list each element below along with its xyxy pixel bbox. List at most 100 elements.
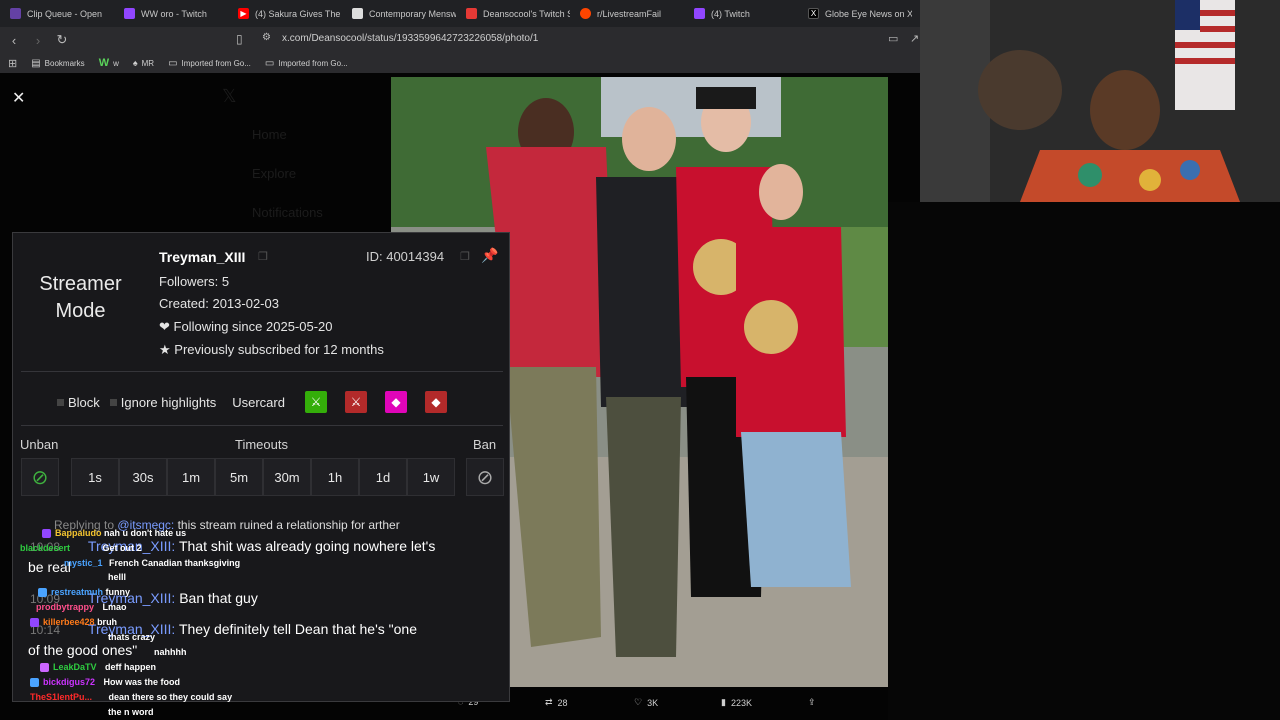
page-icon xyxy=(352,8,363,19)
pin-icon[interactable]: 📌 xyxy=(481,247,498,264)
youtube-icon: ▶ xyxy=(238,8,249,19)
copy-username-icon[interactable]: ❐ xyxy=(258,250,268,263)
timeout-30s-button[interactable]: 30s xyxy=(119,458,167,496)
navigation-bar: ‹ › ↻ ▯ ⚙ x.com/Deansocool/status/193359… xyxy=(0,27,920,53)
webcam-illustration xyxy=(920,0,1280,202)
views-button[interactable]: ▮ 223K xyxy=(721,697,752,708)
badge-icon xyxy=(42,529,51,539)
bookmark-w[interactable]: Ww xyxy=(99,57,119,69)
ghost-nav-notifications: Notifications xyxy=(252,205,323,220)
username[interactable]: Treyman_XIII xyxy=(159,249,245,265)
ignore-highlights-checkbox[interactable]: Ignore highlights xyxy=(109,395,216,410)
usercard-link[interactable]: Usercard xyxy=(232,395,285,410)
bookmark-mr[interactable]: ♠ MR xyxy=(133,58,154,68)
timeout-5m-button[interactable]: 5m xyxy=(215,458,263,496)
list-item: nahhhh xyxy=(154,647,187,657)
cast-icon[interactable]: ▭ xyxy=(888,32,898,45)
twitch-icon xyxy=(124,8,135,19)
list-item: killerbee428 bruh xyxy=(30,617,117,628)
tab-ww-oro[interactable]: WW oro - Twitch xyxy=(114,0,228,27)
mod-sword-icon[interactable]: ⚔ xyxy=(304,391,327,413)
heart-icon: ❤ xyxy=(159,319,174,334)
ban-button[interactable]: ⊘ xyxy=(466,458,504,496)
bookmarks-bar: ⊞ ▤ Bookmarks Ww ♠ MR ▭ Imported from Go...… xyxy=(0,53,920,73)
sidebar-dimmed xyxy=(888,202,1280,720)
chart-icon xyxy=(466,8,477,19)
twitch-icon xyxy=(694,8,705,19)
unban-label: Unban xyxy=(20,437,59,452)
timeout-1s-button[interactable]: 1s xyxy=(71,458,119,496)
site-info-icon[interactable]: ⚙ xyxy=(262,32,271,43)
reload-icon[interactable]: ↻ xyxy=(52,30,72,50)
views-icon: ▮ xyxy=(721,697,726,707)
bookmark-icon: ▤ xyxy=(31,57,41,69)
tab-livestreamfail[interactable]: r/LivestreamFail xyxy=(570,0,684,27)
list-item: Bappaludo nah u don't hate us xyxy=(42,528,186,539)
block-checkbox[interactable]: Block xyxy=(57,395,100,410)
folder-icon: ▭ xyxy=(264,57,275,69)
timeout-1m-button[interactable]: 1m xyxy=(167,458,215,496)
list-item: restreatmuh funny xyxy=(38,587,130,598)
unmod-sword-icon[interactable]: ⚔ xyxy=(344,391,367,413)
back-button[interactable]: ‹ xyxy=(4,30,24,50)
copy-id-icon[interactable]: ❐ xyxy=(460,250,470,263)
heart-icon: ♡ xyxy=(634,697,643,707)
tab-contemporary[interactable]: Contemporary Mensw xyxy=(342,0,456,27)
streamer-webcam xyxy=(920,0,1280,202)
list-item: LeakDaTV deff happen xyxy=(40,662,156,673)
badge-icon xyxy=(30,618,39,628)
bookmark-folder-1[interactable]: ▭ Imported from Go... xyxy=(168,58,251,69)
tab-globe-eye[interactable]: X Globe Eye News on X: xyxy=(798,0,912,27)
share-button[interactable]: ⇪ xyxy=(808,697,816,708)
chat-overlay: Replying to @itsmegc: this stream ruined… xyxy=(0,518,512,720)
twitch-icon xyxy=(10,8,21,19)
repost-button[interactable]: ⇄ 28 xyxy=(545,697,568,708)
timeout-1d-button[interactable]: 1d xyxy=(359,458,407,496)
previously-subscribed: ★ Previously subscribed for 12 months xyxy=(159,342,384,357)
list-item: thats crazy xyxy=(108,632,156,642)
created-date: Created: 2013-02-03 xyxy=(159,296,279,311)
ban-icon: ⊘ xyxy=(476,466,494,489)
address-bar[interactable]: x.com/Deansocool/status/1933599642723226… xyxy=(282,33,538,44)
ghost-nav-home: Home xyxy=(252,127,287,142)
vip-gem-icon[interactable]: ◆ xyxy=(384,391,407,413)
checkbox-box xyxy=(57,398,64,406)
tab-clip-queue[interactable]: Clip Queue - Open xyxy=(0,0,114,27)
unban-icon: ⊘ xyxy=(31,466,49,489)
tab-deansocool-stats[interactable]: Deansocool's Twitch St xyxy=(456,0,570,27)
like-button[interactable]: ♡ 3K xyxy=(634,697,658,708)
ghost-nav-explore: Explore xyxy=(252,166,297,181)
timeout-1h-button[interactable]: 1h xyxy=(311,458,359,496)
list-item: the n word xyxy=(108,707,154,717)
timeout-buttons: ⊘ 1s 30s 1m 5m 30m 1h 1d 1w ⊘ xyxy=(20,458,504,496)
star-icon: ★ xyxy=(159,342,175,357)
close-icon[interactable]: ✕ xyxy=(12,88,25,108)
w-logo-icon: W xyxy=(98,57,110,69)
share-page-icon[interactable]: ↗ xyxy=(910,32,919,45)
divider xyxy=(21,425,503,426)
list-item: TheS1lentPu... dean there so they could … xyxy=(30,692,233,702)
mr-icon: ♠ xyxy=(132,58,138,68)
reddit-icon xyxy=(580,8,591,19)
share-icon: ⇪ xyxy=(808,697,816,707)
forward-button[interactable]: › xyxy=(28,30,48,50)
unvip-gem-icon[interactable]: ◆ xyxy=(424,391,447,413)
bookmark-star-icon[interactable]: ▯ xyxy=(236,32,243,46)
unban-button[interactable]: ⊘ xyxy=(21,458,59,496)
usercard-actions: Block Ignore highlights Usercard ⚔ ⚔ ◆ ◆ xyxy=(57,391,447,413)
divider xyxy=(21,371,503,372)
bookmark-bookmarks[interactable]: ▤ Bookmarks xyxy=(31,58,84,69)
timeout-1w-button[interactable]: 1w xyxy=(407,458,455,496)
user-id: ID: 40014394 xyxy=(366,249,445,264)
x-logo-icon: X xyxy=(808,8,819,19)
timeouts-label: Timeouts xyxy=(235,437,288,452)
bookmark-folder-2[interactable]: ▭ Imported from Go... xyxy=(265,58,348,69)
tab-twitch[interactable]: (4) Twitch xyxy=(684,0,798,27)
list-item: blackdesert Get out 2 xyxy=(20,543,142,553)
apps-icon[interactable]: ⊞ xyxy=(8,57,17,70)
checkbox-box xyxy=(109,398,117,406)
badge-icon xyxy=(40,663,49,673)
timeout-30m-button[interactable]: 30m xyxy=(263,458,311,496)
tab-sakura[interactable]: ▶ (4) Sakura Gives The W xyxy=(228,0,342,27)
list-item: bickdigus72 How was the food xyxy=(30,677,180,688)
